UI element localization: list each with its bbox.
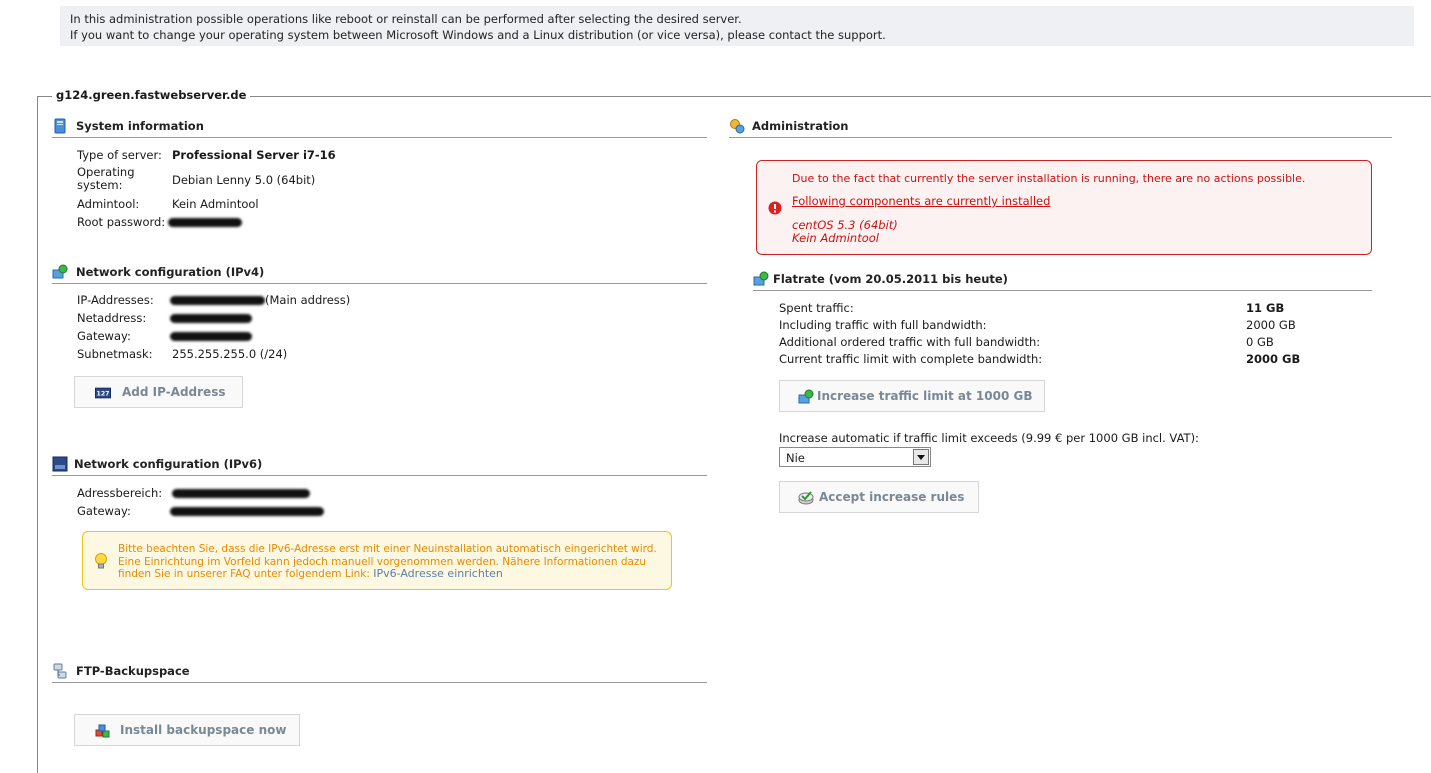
install-backupspace-button[interactable]: Install backupspace now (74, 714, 300, 746)
ipv6-icon (52, 456, 68, 472)
additional-traffic-label: Additional ordered traffic with full ban… (779, 335, 1041, 349)
installed-component-admintool: Kein Admintool (792, 231, 879, 245)
included-traffic-value: 2000 GB (1246, 318, 1296, 332)
root-password-label: Root password: (77, 215, 166, 229)
accept-increase-rules-button[interactable]: Accept increase rules (779, 481, 979, 513)
spent-traffic-label: Spent traffic: (779, 301, 854, 315)
chevron-down-icon[interactable] (913, 449, 929, 465)
address-range-value (172, 486, 310, 500)
ftp-title: FTP-Backupspace (76, 664, 190, 678)
ftp-header: FTP-Backupspace (52, 663, 707, 683)
ipv6-hint-box: Bitte beachten Sie, dass die IPv6-Adress… (82, 531, 672, 590)
admintool-value: Kein Admintool (172, 197, 259, 211)
network-icon (52, 264, 68, 279)
subnetmask-label: Subnetmask: (77, 347, 153, 361)
auto-increase-label: Increase automatic if traffic limit exce… (779, 431, 1199, 445)
increase-traffic-limit-label: Increase traffic limit at 1000 GB (817, 389, 1033, 403)
additional-traffic-value: 0 GB (1246, 335, 1274, 349)
type-value: Professional Server i7-16 (172, 148, 336, 162)
main-address-suffix: (Main address) (265, 293, 351, 307)
auto-increase-select[interactable]: Nie (779, 447, 931, 467)
flatrate-title: Flatrate (vom 20.05.2011 bis heute) (773, 272, 1008, 286)
ipv4-gateway-value (170, 329, 252, 343)
subnetmask-value: 255.255.255.0 (/24) (172, 347, 288, 361)
info-banner: In this administration possible operatio… (60, 6, 1414, 46)
system-info-header: System information (52, 118, 707, 138)
server-name-legend: g124.green.fastwebserver.de (52, 88, 251, 102)
system-info-title: System information (76, 119, 204, 133)
increase-traffic-limit-button[interactable]: Increase traffic limit at 1000 GB (779, 380, 1045, 412)
os-value: Debian Lenny 5.0 (64bit) (172, 173, 316, 187)
install-package-icon (95, 724, 110, 738)
root-password-value (168, 215, 242, 229)
installed-component-os: centOS 5.3 (64bit) (792, 218, 898, 232)
svg-text:127: 127 (97, 391, 110, 398)
ipv6-gateway-value (170, 504, 324, 518)
ip-addresses-value: (Main address) (170, 293, 350, 307)
netaddress-label: Netaddress: (77, 311, 147, 325)
info-line-2: If you want to change your operating sys… (70, 28, 886, 42)
auto-increase-selected-value: Nie (786, 451, 805, 465)
admintool-label: Admintool: (77, 197, 140, 211)
fieldset-border-left (37, 96, 38, 773)
ip-127-icon: 127 (95, 387, 111, 399)
administration-title: Administration (752, 119, 849, 133)
ipv6-header: Network configuration (IPv6) (52, 456, 707, 476)
lightbulb-icon (95, 553, 107, 569)
installation-running-message: Due to the fact that currently the serve… (792, 172, 1306, 185)
os-label: Operating system: (77, 166, 135, 192)
error-icon (768, 201, 782, 215)
traffic-limit-label: Current traffic limit with complete band… (779, 352, 1043, 366)
traffic-icon (753, 271, 769, 286)
installation-running-alert: Due to the fact that currently the serve… (756, 160, 1372, 255)
spent-traffic-value: 11 GB (1246, 301, 1285, 315)
os-label-line-2: system: (77, 178, 123, 192)
ipv4-header: Network configuration (IPv4) (52, 264, 707, 284)
accept-disk-icon (798, 491, 814, 505)
info-line-1: In this administration possible operatio… (70, 12, 742, 26)
included-traffic-label: Including traffic with full bandwidth: (779, 318, 987, 332)
ipv4-gateway-label: Gateway: (77, 329, 131, 343)
ipv4-title: Network configuration (IPv4) (76, 265, 265, 279)
netaddress-value (170, 311, 252, 325)
type-label: Type of server: (77, 148, 162, 162)
ipv6-title: Network configuration (IPv6) (74, 457, 263, 471)
ipv6-hint-text-wrap: Bitte beachten Sie, dass die IPv6-Adress… (118, 543, 663, 581)
address-range-label: Adressbereich: (77, 486, 163, 500)
administration-header: Administration (729, 118, 1392, 138)
flatrate-header: Flatrate (vom 20.05.2011 bis heute) (753, 271, 1372, 291)
server-icon (54, 118, 66, 134)
accept-increase-rules-label: Accept increase rules (819, 490, 965, 504)
install-backupspace-label: Install backupspace now (120, 723, 287, 737)
installed-components-link[interactable]: Following components are currently insta… (792, 194, 1050, 208)
traffic-icon (798, 389, 814, 404)
ftp-backup-icon (53, 663, 67, 679)
add-ip-address-button[interactable]: 127 Add IP-Address (74, 376, 243, 408)
add-ip-address-label: Add IP-Address (122, 385, 226, 399)
ipv6-gateway-label: Gateway: (77, 504, 131, 518)
ipv6-setup-link[interactable]: IPv6-Adresse einrichten (373, 567, 503, 580)
gears-icon (730, 119, 745, 134)
ip-addresses-label: IP-Addresses: (77, 293, 154, 307)
traffic-limit-value: 2000 GB (1246, 352, 1301, 366)
